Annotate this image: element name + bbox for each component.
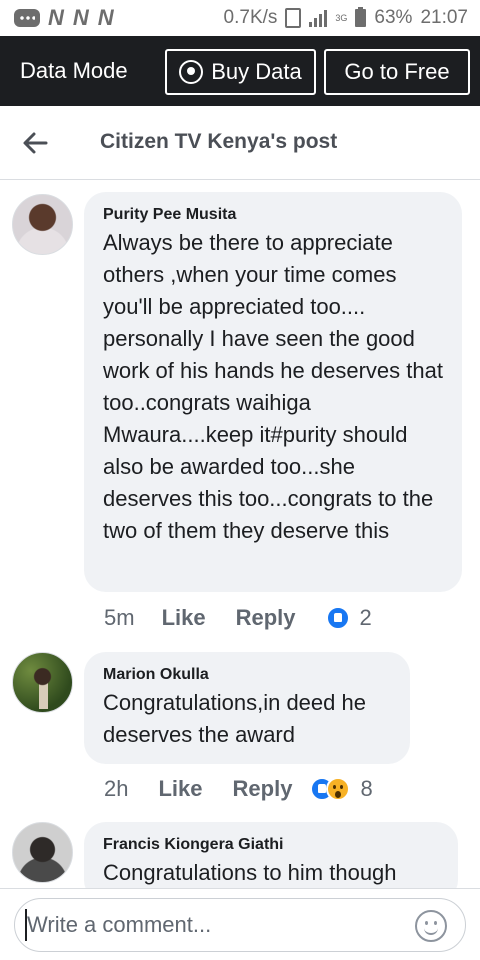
- vibrate-icon: [285, 8, 302, 28]
- carrier-icon: N: [48, 5, 65, 30]
- message-notification-icon: [14, 9, 40, 27]
- comment-bubble[interactable]: Marion Okulla Congratulations,in deed he…: [84, 652, 410, 764]
- go-to-free-label: Go to Free: [344, 59, 450, 84]
- reaction-summary[interactable]: 8: [310, 776, 373, 802]
- avatar[interactable]: [12, 822, 73, 883]
- reply-button[interactable]: Reply: [236, 605, 296, 631]
- reaction-count: 8: [360, 776, 373, 801]
- comment-bubble[interactable]: Purity Pee Musita Always be there to app…: [84, 192, 462, 592]
- comment-text: Congratulations to him though: [103, 860, 397, 885]
- comment-timestamp[interactable]: 5m: [104, 605, 135, 631]
- emoji-icon[interactable]: [415, 910, 447, 942]
- buy-data-button[interactable]: Buy Data: [165, 49, 316, 95]
- go-to-free-button[interactable]: Go to Free: [324, 49, 470, 95]
- wow-icon: [326, 777, 351, 801]
- like-icon: [325, 606, 350, 630]
- comment-author[interactable]: Marion Okulla: [103, 666, 392, 684]
- battery-icon: [355, 7, 367, 27]
- comment-field[interactable]: [14, 898, 466, 952]
- data-mode-banner: Data Mode Buy Data Go to Free: [0, 36, 480, 106]
- comment-author[interactable]: Francis Kiongera Giathi: [103, 836, 440, 854]
- page-title: Citizen TV Kenya's post: [100, 130, 338, 153]
- comment-text: Congratulations,in deed he deserves the …: [103, 690, 366, 747]
- post-header: Citizen TV Kenya's post: [0, 106, 480, 180]
- comment-composer: [0, 888, 480, 960]
- avatar[interactable]: [12, 652, 73, 713]
- clock: 21:07: [420, 7, 468, 28]
- status-notifications: N N N: [14, 5, 115, 31]
- back-arrow-icon[interactable]: [22, 130, 48, 156]
- reaction-count: 2: [359, 605, 372, 630]
- comment-timestamp[interactable]: 2h: [104, 776, 128, 802]
- status-bar: N N N 0.7K/s 3G 63% 21:07: [0, 0, 480, 36]
- data-mode-label: Data Mode: [20, 58, 128, 83]
- carrier-icon: N: [72, 5, 90, 30]
- broadcast-icon: [179, 60, 204, 84]
- battery-level: 63%: [374, 7, 413, 28]
- comment-author[interactable]: Purity Pee Musita: [103, 206, 444, 224]
- network-type: 3G: [335, 12, 348, 23]
- network-speed: 0.7K/s: [223, 7, 278, 28]
- status-system: 0.7K/s 3G 63% 21:07: [224, 7, 468, 29]
- comment-text: Always be there to appreciate others ,wh…: [103, 230, 443, 543]
- comment-actions: 2h Like Reply 8: [104, 774, 373, 804]
- comment-input[interactable]: [25, 909, 405, 941]
- like-button[interactable]: Like: [162, 605, 206, 631]
- signal-icon: [309, 9, 328, 27]
- reply-button[interactable]: Reply: [233, 776, 293, 802]
- reaction-summary[interactable]: 2: [325, 605, 372, 631]
- like-button[interactable]: Like: [158, 776, 202, 802]
- carrier-icon: N: [97, 5, 115, 30]
- avatar[interactable]: [12, 194, 73, 255]
- buy-data-label: Buy Data: [211, 59, 302, 84]
- comment-actions: 5m Like Reply 2: [104, 603, 372, 633]
